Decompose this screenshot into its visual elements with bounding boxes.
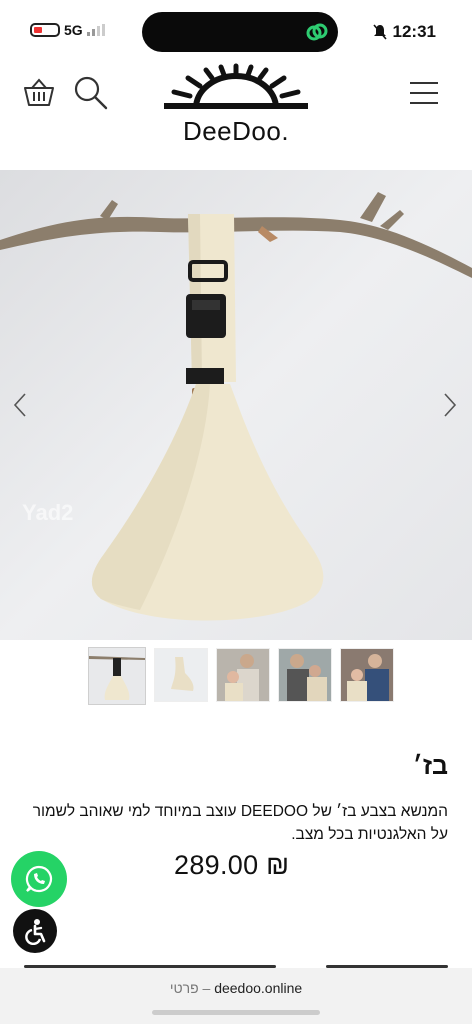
whatsapp-icon: [25, 865, 53, 893]
battery-icon: [30, 23, 60, 37]
watermark: Yad2: [22, 500, 74, 525]
link-icon: [306, 23, 328, 41]
thumbnail-2[interactable]: [154, 648, 208, 702]
sun-logo-icon: [164, 63, 308, 109]
menu-icon[interactable]: [410, 80, 438, 106]
dynamic-island: [142, 12, 338, 52]
home-indicator: [152, 1010, 320, 1015]
cart-icon[interactable]: [22, 76, 56, 110]
logo-text: DeeDoo.: [182, 116, 290, 146]
search-icon[interactable]: [72, 74, 110, 112]
product-photo: [0, 170, 472, 640]
logo[interactable]: DeeDoo.: [162, 62, 310, 146]
thumbnail-4[interactable]: [278, 648, 332, 702]
chevron-left-icon[interactable]: [12, 392, 28, 418]
signal-icon: [86, 24, 105, 36]
status-bar: 5G 12:31: [0, 0, 472, 62]
whatsapp-button[interactable]: [11, 851, 67, 907]
accessibility-icon: [25, 919, 46, 945]
clock: 12:31: [392, 22, 436, 41]
network-label: 5G: [64, 22, 83, 38]
url-page-label: פרטי: [169, 980, 199, 996]
product-price: 289.00 ₪: [174, 850, 290, 880]
product-main-image[interactable]: Yad2: [0, 170, 472, 640]
url-text[interactable]: פרטי – deedoo.online: [0, 980, 472, 996]
product-description: המנשא בצבע בז׳ של DEEDOO עוצב במיוחד למי…: [32, 803, 448, 843]
product-title: בז׳: [412, 752, 448, 780]
chevron-right-icon[interactable]: [442, 392, 458, 418]
url-separator: –: [202, 980, 211, 996]
thumbnail-strip: [88, 647, 394, 705]
url-domain: deedoo.online: [214, 980, 303, 996]
status-right: 12:31: [372, 22, 436, 42]
browser-address-bar[interactable]: פרטי – deedoo.online: [0, 968, 472, 1024]
site-header: DeeDoo.: [0, 62, 472, 170]
thumbnail-5[interactable]: [340, 648, 394, 702]
bell-off-icon: [372, 24, 387, 40]
status-left: 5G: [30, 22, 105, 38]
accessibility-button[interactable]: [13, 909, 57, 953]
thumbnail-1[interactable]: [88, 647, 146, 705]
thumbnail-3[interactable]: [216, 648, 270, 702]
